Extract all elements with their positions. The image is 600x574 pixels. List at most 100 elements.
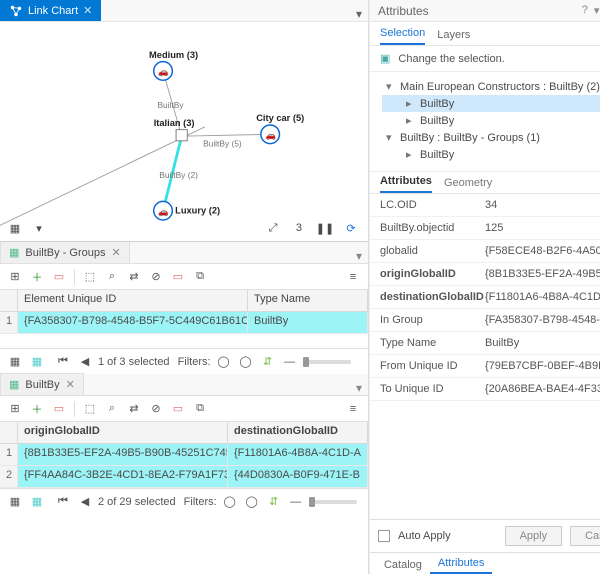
clear-icon[interactable]: ⊘	[147, 268, 165, 286]
select-icon[interactable]: ⬚	[81, 268, 99, 286]
tab-layers[interactable]: Layers	[437, 25, 470, 45]
attr-value: {20A86BEA-BAE4-4F33-B10	[485, 383, 600, 395]
rownum-header[interactable]	[0, 290, 18, 311]
attr-row[interactable]: LC.OID34	[370, 194, 600, 217]
menu-icon[interactable]: ≡	[344, 268, 362, 286]
close-icon[interactable]: ✕	[83, 4, 92, 17]
first-icon[interactable]: ⏮	[54, 353, 72, 371]
auto-hide-icon[interactable]: ▾	[594, 4, 600, 17]
attr-row[interactable]: globalid{F58ECE48-B2F6-4A50-A86B	[370, 240, 600, 263]
chevron-down-icon[interactable]: ▾	[30, 219, 48, 237]
fit-icon[interactable]: ⤢	[264, 219, 282, 237]
add-icon[interactable]: ＋	[28, 268, 46, 286]
attr-row[interactable]: BuiltBy.objectid125	[370, 217, 600, 240]
help-icon[interactable]: ?	[582, 4, 588, 17]
subtab-geometry[interactable]: Geometry	[444, 173, 492, 193]
attributes-title: Attributes	[378, 4, 429, 18]
tab-builtby[interactable]: ▦ BuiltBy ✕	[0, 373, 84, 395]
node-luxury[interactable]: Luxury (2) 🚗	[154, 201, 220, 220]
node-citycar[interactable]: City car (5) 🚗	[256, 113, 304, 143]
col-type-name[interactable]: Type Name	[248, 290, 368, 311]
view-sel-icon[interactable]: ▦	[28, 353, 46, 371]
filter3-icon[interactable]: ⇵	[265, 493, 283, 511]
field-icon[interactable]: ⊞	[6, 268, 24, 286]
col-origin[interactable]: originGlobalID	[18, 422, 228, 443]
copy-icon[interactable]: ⧉	[191, 268, 209, 286]
delete-icon[interactable]: ▭	[50, 268, 68, 286]
tree-group[interactable]: ▾BuiltBy : BuiltBy - Groups (1)	[382, 129, 600, 146]
cancel-button[interactable]: Cancel	[570, 526, 600, 546]
col-element-id[interactable]: Element Unique ID	[18, 290, 248, 311]
add-icon[interactable]: ＋	[28, 400, 46, 418]
table-row[interactable]: 1 {8B1B33E5-EF2A-49B5-B90B-45251C7458E6}…	[0, 444, 368, 466]
del2-icon[interactable]: ▭	[169, 268, 187, 286]
prev-icon[interactable]: ◀	[76, 493, 94, 511]
filter2-icon[interactable]: ◯	[237, 353, 255, 371]
filter3-icon[interactable]: ⇵	[259, 353, 277, 371]
auto-apply-checkbox[interactable]	[378, 530, 390, 542]
attr-key: From Unique ID	[380, 360, 485, 372]
attr-row[interactable]: originGlobalID{8B1B33E5-EF2A-49B5-B90B	[370, 263, 600, 286]
view-all-icon[interactable]: ▦	[6, 353, 24, 371]
attr-value: 34	[485, 199, 600, 211]
node-medium[interactable]: Medium (3) 🚗	[149, 50, 198, 80]
bottom-tab-attributes[interactable]: Attributes	[430, 554, 492, 574]
filter2-icon[interactable]: ◯	[243, 493, 261, 511]
close-icon[interactable]: ✕	[112, 246, 121, 259]
rownum-header[interactable]	[0, 422, 18, 443]
chevron-down-icon[interactable]: ▾	[356, 381, 368, 395]
switch-icon[interactable]: ⇄	[125, 400, 143, 418]
tab-builtby-groups[interactable]: ▦ BuiltBy - Groups ✕	[0, 241, 130, 263]
subtab-attributes[interactable]: Attributes	[380, 171, 432, 193]
filter1-icon[interactable]: ◯	[221, 493, 239, 511]
attr-row[interactable]: Type NameBuiltBy	[370, 332, 600, 355]
chevron-down-icon[interactable]: ▾	[356, 249, 368, 263]
tree-group[interactable]: ▾Main European Constructors : BuiltBy (2…	[382, 78, 600, 95]
attr-row[interactable]: From Unique ID{79EB7CBF-0BEF-4B9B-857	[370, 355, 600, 378]
attr-value: {F58ECE48-B2F6-4A50-A86B	[485, 245, 600, 257]
first-icon[interactable]: ⏮	[54, 493, 72, 511]
table-row[interactable]: 1 {FA358307-B798-4548-B5F7-5C449C61B61C}…	[0, 312, 368, 334]
tree-item[interactable]: ▸BuiltBy	[382, 112, 600, 129]
select-icon[interactable]: ⬚	[81, 400, 99, 418]
edge-label: BuiltBy (2)	[159, 170, 198, 180]
prev-icon[interactable]: ◀	[76, 353, 94, 371]
menu-icon[interactable]: ≡	[344, 400, 362, 418]
delete-icon[interactable]: ▭	[50, 400, 68, 418]
zoom-icon[interactable]: ⌕	[103, 400, 121, 418]
close-icon[interactable]: ✕	[66, 378, 75, 391]
link-chart-canvas[interactable]: BuiltBy BuiltBy (5) BuiltBy (2) Medium (…	[0, 22, 368, 242]
node-italian[interactable]: Italian (3)	[154, 118, 195, 141]
row-height-slider[interactable]	[309, 500, 357, 504]
tab-link-chart[interactable]: Link Chart ✕	[0, 0, 101, 21]
clear-icon[interactable]: ⊘	[147, 400, 165, 418]
filter1-icon[interactable]: ◯	[215, 353, 233, 371]
col-dest[interactable]: destinationGlobalID	[228, 422, 368, 443]
chevron-down-icon[interactable]: ▾	[356, 7, 362, 21]
del2-icon[interactable]: ▭	[169, 400, 187, 418]
pause-icon[interactable]: ❚❚	[316, 219, 334, 237]
switch-icon[interactable]: ⇄	[125, 268, 143, 286]
grid-icon[interactable]: ▦	[6, 219, 24, 237]
attr-row[interactable]: To Unique ID{20A86BEA-BAE4-4F33-B10	[370, 378, 600, 401]
change-selection-button[interactable]: ▣ Change the selection. ▾	[370, 46, 600, 72]
table-row[interactable]: 2 {FF4AA84C-3B2E-4CD1-8EA2-F79A1F7335C5}…	[0, 466, 368, 488]
zoom-icon[interactable]: ⌕	[103, 268, 121, 286]
filter4-icon[interactable]: —	[287, 493, 305, 511]
filter4-icon[interactable]: —	[281, 353, 299, 371]
row-height-slider[interactable]	[303, 360, 351, 364]
view-sel-icon[interactable]: ▦	[28, 493, 46, 511]
edge-label: BuiltBy (5)	[203, 138, 242, 148]
attr-row[interactable]: In Group{FA358307-B798-4548-B5F7	[370, 309, 600, 332]
table-icon: ▦	[9, 378, 19, 391]
apply-button[interactable]: Apply	[505, 526, 563, 546]
tree-item[interactable]: ▸BuiltBy	[382, 95, 600, 112]
view-all-icon[interactable]: ▦	[6, 493, 24, 511]
tab-selection[interactable]: Selection	[380, 23, 425, 45]
field-icon[interactable]: ⊞	[6, 400, 24, 418]
attr-row[interactable]: destinationGlobalID{F11801A6-4B8A-4C1D-A…	[370, 286, 600, 309]
refresh-icon[interactable]: ⟳	[342, 219, 360, 237]
tree-item[interactable]: ▸BuiltBy	[382, 146, 600, 163]
copy-icon[interactable]: ⧉	[191, 400, 209, 418]
bottom-tab-catalog[interactable]: Catalog	[376, 556, 430, 574]
